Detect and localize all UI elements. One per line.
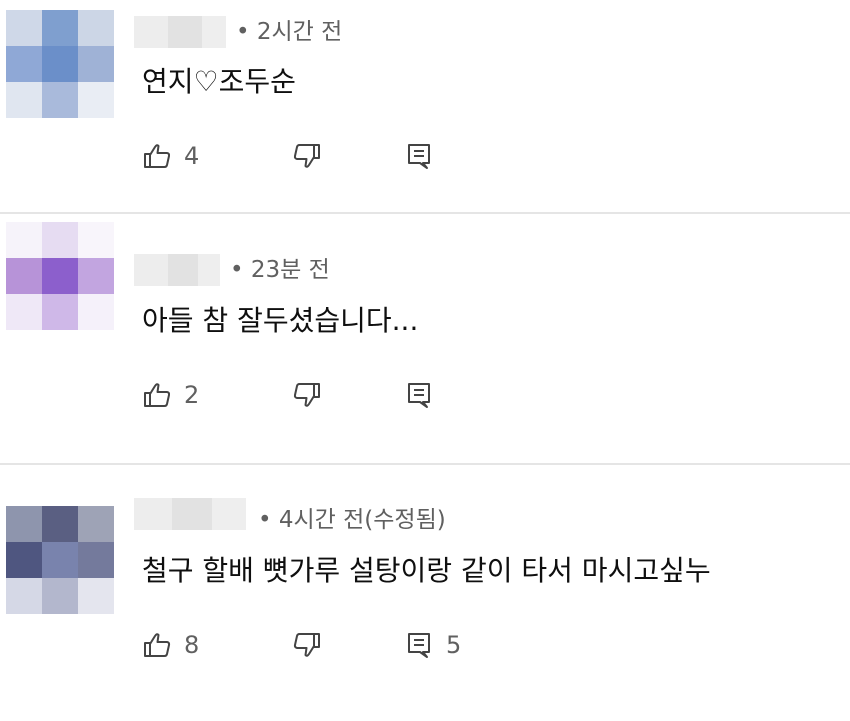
comment-text: 연지♡조두순 (142, 65, 296, 98)
avatar-pixel (78, 506, 114, 542)
like-count: 8 (184, 631, 200, 659)
avatar-pixel (6, 10, 42, 46)
avatar-pixel (42, 542, 78, 578)
like-count: 2 (184, 381, 200, 409)
reply-button[interactable] (404, 138, 446, 174)
avatar[interactable] (6, 222, 114, 330)
thumb-down-icon (292, 141, 322, 171)
avatar-pixel (42, 506, 78, 542)
avatar-pixel (6, 46, 42, 82)
dislike-button[interactable] (292, 627, 322, 663)
reply-icon (404, 141, 434, 171)
like-button[interactable]: 4 (142, 138, 199, 174)
thumb-up-icon (142, 380, 172, 410)
comment-timestamp: • 4시간 전(수정됨) (258, 507, 446, 533)
avatar-pixel (78, 258, 114, 294)
avatar[interactable] (6, 10, 114, 118)
avatar-pixel (78, 294, 114, 330)
avatar-pixel (78, 46, 114, 82)
avatar[interactable] (6, 506, 114, 614)
reply-icon (404, 630, 434, 660)
like-button[interactable]: 2 (142, 377, 199, 413)
divider (0, 212, 850, 214)
avatar-pixel (42, 46, 78, 82)
thumb-up-icon (142, 630, 172, 660)
thumb-down-icon (292, 630, 322, 660)
comment-timestamp: • 2시간 전 (236, 19, 343, 45)
avatar-pixel (78, 10, 114, 46)
comment-actions: 4 (142, 138, 842, 174)
avatar-pixel (42, 82, 78, 118)
avatar-pixel (6, 258, 42, 294)
dislike-button[interactable] (292, 377, 322, 413)
comment-actions: 8 5 (142, 627, 842, 663)
avatar-pixel (78, 222, 114, 258)
avatar-pixel (42, 222, 78, 258)
avatar-pixel (6, 542, 42, 578)
thumb-up-icon (142, 141, 172, 171)
avatar-pixel (6, 222, 42, 258)
avatar-pixel (42, 10, 78, 46)
comment-timestamp: • 23분 전 (230, 257, 330, 283)
avatar-pixel (42, 578, 78, 614)
author-name-blurred[interactable] (134, 254, 220, 286)
reply-count: 5 (446, 631, 462, 659)
avatar-pixel (78, 578, 114, 614)
avatar-pixel (42, 258, 78, 294)
avatar-pixel (6, 82, 42, 118)
avatar-pixel (6, 294, 42, 330)
reply-icon (404, 380, 434, 410)
comment-actions: 2 (142, 377, 842, 413)
avatar-pixel (6, 506, 42, 542)
comment-text: 철구 할배 뼛가루 설탕이랑 같이 타서 마시고싶누 (142, 554, 711, 587)
author-name-blurred[interactable] (134, 16, 226, 48)
reply-button[interactable]: 5 (404, 627, 461, 663)
avatar-pixel (42, 294, 78, 330)
comment-text: 아들 참 잘두셨습니다... (142, 304, 419, 337)
avatar-pixel (78, 542, 114, 578)
avatar-pixel (78, 82, 114, 118)
thumb-down-icon (292, 380, 322, 410)
author-name-blurred[interactable] (134, 498, 246, 530)
dislike-button[interactable] (292, 138, 322, 174)
reply-button[interactable] (404, 377, 446, 413)
divider (0, 463, 850, 465)
like-count: 4 (184, 142, 200, 170)
like-button[interactable]: 8 (142, 627, 199, 663)
avatar-pixel (6, 578, 42, 614)
